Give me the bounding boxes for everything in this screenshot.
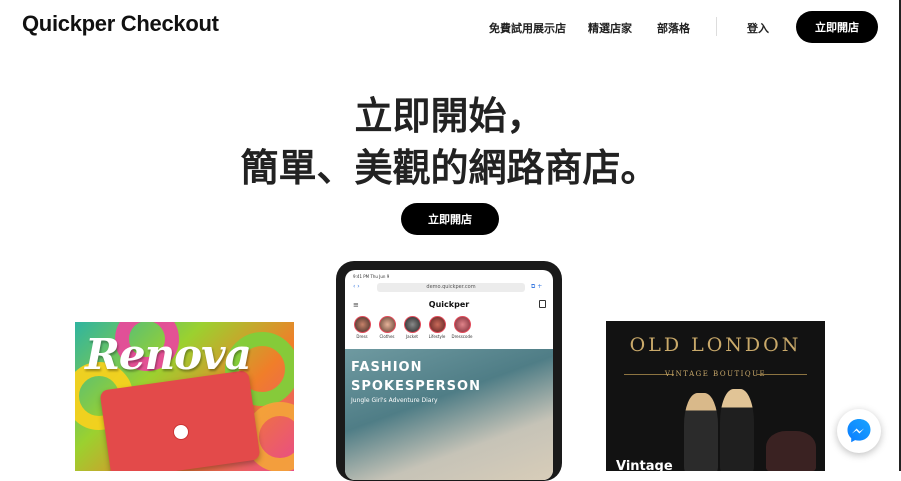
- messenger-chat-button[interactable]: [837, 409, 881, 453]
- nav-trial-store[interactable]: 免費試用展示店: [489, 20, 566, 36]
- open-store-button-header[interactable]: 立即開店: [796, 11, 878, 43]
- story-avatar: [428, 316, 446, 333]
- pack-logo-icon: [173, 424, 189, 440]
- tablet-mockup: 9:41 PM Thu Jun 9 ‹ › demo.quickper.com …: [336, 261, 562, 481]
- hero-line-1: 立即開始，: [354, 94, 545, 138]
- model-figure: [684, 393, 718, 471]
- login-link[interactable]: 登入: [747, 20, 769, 36]
- vintage-caption: Vintage: [616, 459, 673, 471]
- story-item: Dresscode: [447, 316, 477, 339]
- open-store-button-hero[interactable]: 立即開店: [401, 203, 499, 235]
- old-london-title: OLD LONDON: [629, 334, 802, 356]
- renova-logo: Renova: [85, 330, 252, 379]
- browser-address-bar: demo.quickper.com: [377, 283, 525, 292]
- fashion-banner-title: FASHION SPOKESPERSON: [351, 358, 481, 396]
- brand-logo[interactable]: Quickper Checkout: [22, 11, 219, 37]
- browser-back-icon: ‹ ›: [353, 283, 360, 290]
- nav-featured-stores[interactable]: 精選店家: [588, 20, 632, 36]
- browser-tabs-icon: ⧉ +: [531, 283, 543, 290]
- messenger-icon: [847, 419, 871, 443]
- tablet-status-bar: 9:41 PM Thu Jun 9: [353, 274, 390, 279]
- story-avatar: [353, 316, 371, 333]
- decor-rule: [757, 374, 807, 375]
- story-avatar: [378, 316, 396, 333]
- nav-blog[interactable]: 部落格: [657, 20, 690, 36]
- fashion-title-line-1: FASHION: [351, 360, 423, 375]
- model-figure: [720, 389, 754, 471]
- showcase-card-renova[interactable]: Renova: [75, 322, 294, 471]
- nav-divider: [716, 17, 717, 36]
- hero-line-2: 簡單、美觀的網路商店。: [240, 146, 659, 190]
- hero-headline: 立即開始， 簡單、美觀的網路商店。: [0, 90, 899, 194]
- fashion-banner: FASHION SPOKESPERSON Jungle Girl's Adven…: [345, 349, 553, 480]
- audience-figure: [766, 431, 816, 471]
- tablet-screen: 9:41 PM Thu Jun 9 ‹ › demo.quickper.com …: [345, 270, 553, 480]
- story-label: Dresscode: [451, 334, 473, 339]
- fashion-title-line-2: SPOKESPERSON: [351, 379, 481, 394]
- fashion-banner-subtitle: Jungle Girl's Adventure Diary: [351, 397, 438, 404]
- story-avatar: [453, 316, 471, 333]
- demo-site-title: Quickper: [428, 300, 470, 309]
- showcase-card-old-london[interactable]: OLD LONDON VINTAGE BOUTIQUE Vintage: [606, 321, 825, 471]
- story-avatar: [403, 316, 421, 333]
- shopping-bag-icon: [539, 300, 546, 308]
